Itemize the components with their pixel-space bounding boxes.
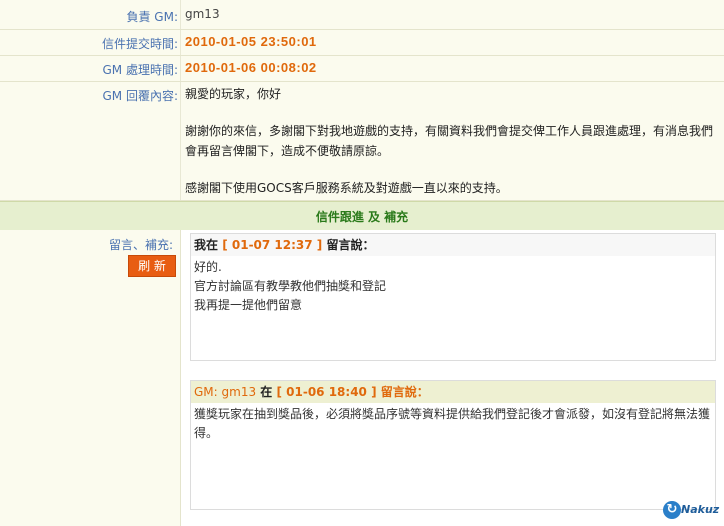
gm-value: gm13 [185, 7, 220, 21]
submit-time-row: 信件提交時間: 2010-01-05 23:50:01 [0, 30, 724, 56]
followup-section-title: 信件跟進 及 補充 [315, 210, 409, 224]
user-message-box: 我在 [ 01-07 12:37 ] 留言說： 好的. 官方討論區有教學教他們抽… [190, 233, 716, 361]
user-message-header: 我在 [ 01-07 12:37 ] 留言說： [191, 234, 715, 256]
process-time-value: 2010-01-06 00:08:02 [185, 60, 317, 75]
reply-label: GM 回覆內容: [102, 89, 178, 103]
followup-section-header: 信件跟進 及 補充 [0, 201, 724, 231]
gm-message-line: 獲獎玩家在抽到獎品後，必須將獎品序號等資料提供給我們登記後才會派發，如沒有登記將… [194, 407, 711, 421]
reply-paragraph-line-1: 謝謝你的來信，多謝閣下對我地遊戲的支持，有關資料我們會提交俾工作人員跟進處理，有… [185, 124, 714, 138]
refresh-button[interactable]: 刷 新 [128, 255, 176, 277]
message-label: 留言、補充: [108, 238, 173, 252]
column-divider [180, 82, 181, 200]
gm-message-suffix: 留言說： [380, 385, 429, 399]
gm-label: 負責 GM: [126, 10, 178, 24]
gm-message-body: 獲獎玩家在抽到獎品後，必須將獎品序號等資料提供給我們登記後才會派發，如沒有登記將… [191, 403, 715, 445]
nakuz-logo-icon: ↻ Nakuz [663, 500, 721, 520]
submit-time-value: 2010-01-05 23:50:01 [185, 34, 317, 49]
user-message-line: 官方討論區有教學教他們抽獎和登記 [194, 279, 387, 293]
process-time-row: GM 處理時間: 2010-01-06 00:08:02 [0, 56, 724, 82]
reply-paragraph-line-2: 會再留言俾閣下，造成不便敬請原諒。 [185, 144, 390, 158]
gm-message-box: GM: gm13 在 [ 01-06 18:40 ] 留言說： 獲獎玩家在抽到獎… [190, 380, 716, 510]
user-message-time: [ 01-07 12:37 ] [222, 238, 323, 252]
gm-row: 負責 GM: gm13 [0, 0, 724, 30]
user-message-line: 我再提一提他們留意 [194, 298, 303, 312]
submit-time-label: 信件提交時間: [101, 37, 178, 51]
gm-message-author: GM: gm13 [194, 385, 257, 399]
gm-message-time: [ 01-06 18:40 ] [276, 385, 377, 399]
process-time-label: GM 處理時間: [102, 63, 178, 77]
column-divider [180, 56, 181, 81]
user-message-body: 好的. 官方討論區有教學教他們抽獎和登記 我再提一提他們留意 [191, 256, 715, 317]
logo-mark: ↻ [663, 501, 681, 519]
reply-closing: 感謝閣下使用GOCS客戶服務系統及對遊戲一直以來的支持。 [185, 181, 508, 195]
followup-area: 留言、補充: 刷 新 我在 [ 01-07 12:37 ] 留言說： 好的. 官… [0, 230, 724, 526]
gm-message-line: 得。 [194, 426, 219, 440]
reply-greeting: 親愛的玩家，你好 [185, 87, 282, 101]
user-message-prefix: 我在 [194, 238, 219, 252]
gm-message-header: GM: gm13 在 [ 01-06 18:40 ] 留言說： [191, 381, 715, 403]
reply-row: GM 回覆內容: 親愛的玩家，你好 謝謝你的來信，多謝閣下對我地遊戲的支持，有關… [0, 82, 724, 201]
gm-message-prefix: 在 [260, 385, 273, 399]
column-divider [180, 0, 181, 29]
user-message-suffix: 留言說： [326, 238, 375, 252]
column-divider [180, 30, 181, 55]
logo-text: Nakuz [681, 503, 720, 516]
followup-left-column: 留言、補充: 刷 新 [0, 230, 181, 526]
user-message-line: 好的. [194, 260, 222, 274]
